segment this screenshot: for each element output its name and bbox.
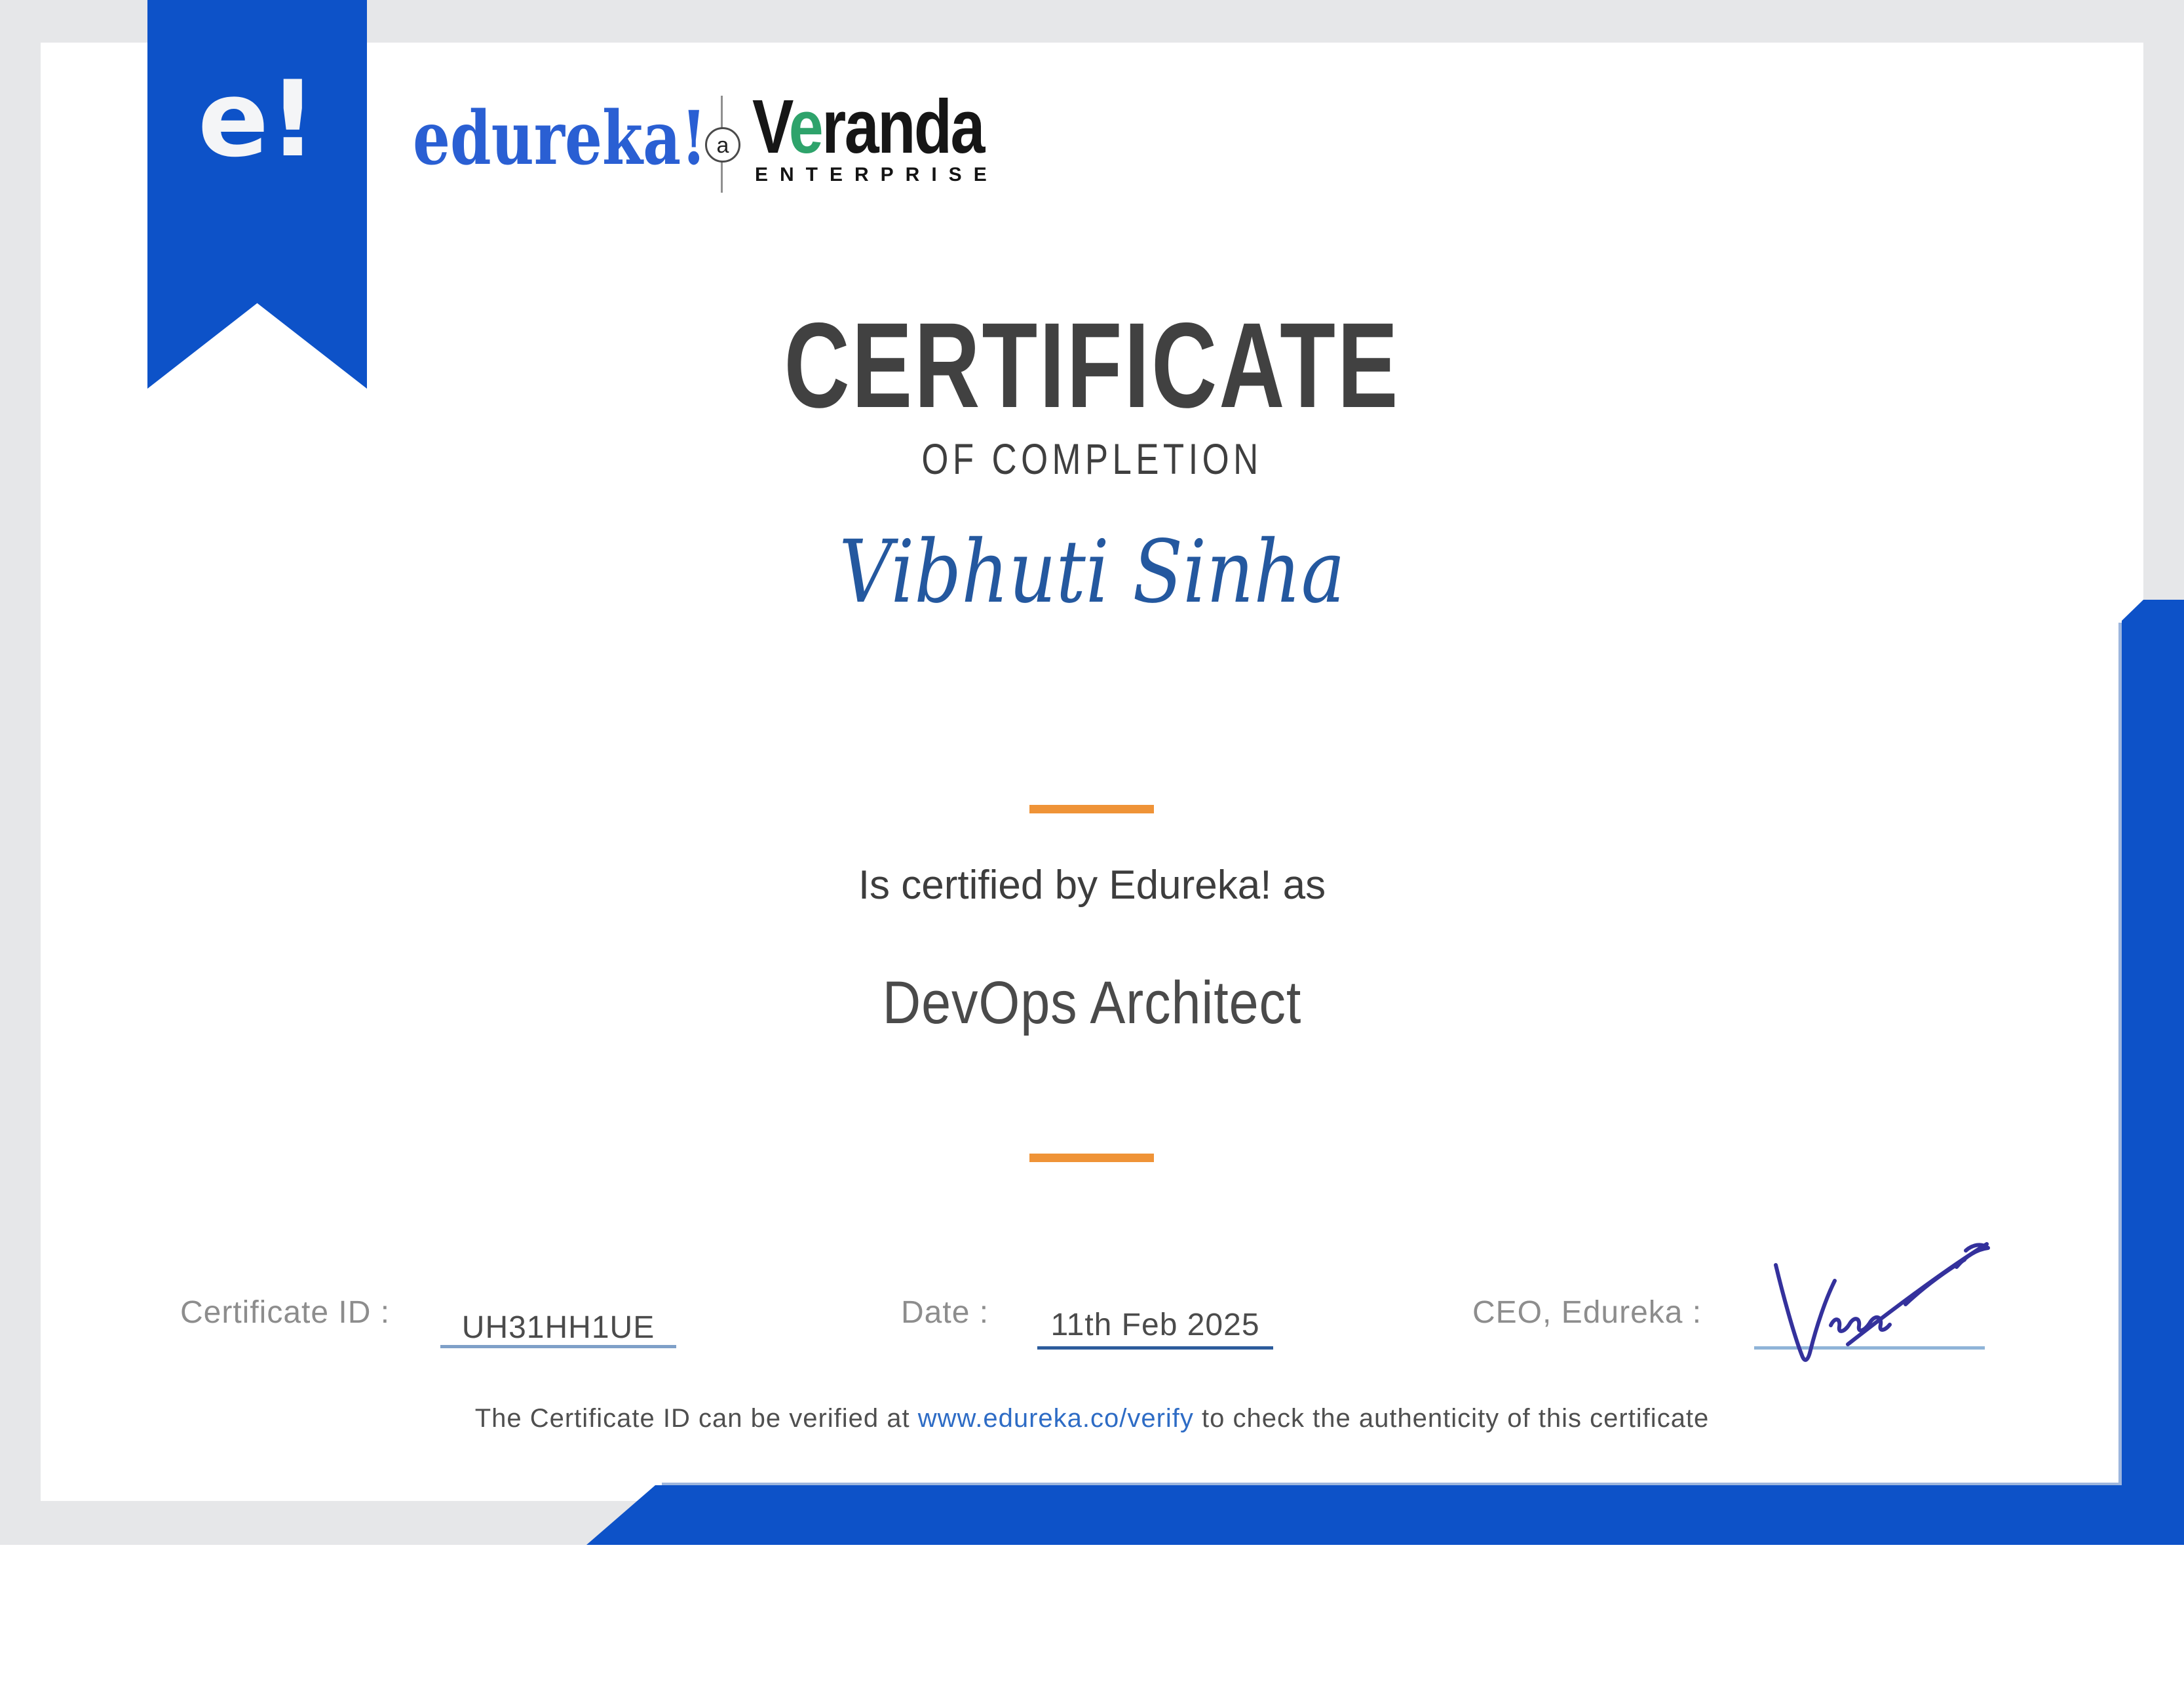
frame-border-left <box>0 0 41 1502</box>
designation-title: DevOps Architect <box>882 969 1302 1036</box>
verification-prefix: The Certificate ID can be verified at <box>474 1404 918 1433</box>
orange-divider-bottom <box>1029 1154 1154 1162</box>
veranda-rest: randa <box>822 84 985 169</box>
ceo-signature <box>1756 1237 2018 1372</box>
certificate-heading: CERTIFICATE <box>784 298 1400 433</box>
edureka-monogram-icon: e! <box>197 58 317 180</box>
certificate-id-label: Certificate ID : <box>180 1295 391 1330</box>
bottom-blue-band <box>586 1485 2184 1545</box>
recipient-name: Vibhuti Sinha <box>839 522 1345 623</box>
verification-line: The Certificate ID can be verified at ww… <box>0 1404 2184 1433</box>
edureka-logo: edureka! <box>413 96 707 182</box>
frame-border-right <box>2143 0 2184 600</box>
date-label: Date : <box>901 1295 989 1330</box>
right-blue-column <box>2122 600 2184 1545</box>
ceo-label: CEO, Edureka : <box>1472 1295 1702 1330</box>
verification-link[interactable]: www.edureka.co/verify <box>918 1404 1194 1433</box>
certificate-subheading: OF COMPLETION <box>921 435 1263 483</box>
certificate-page: e! edureka! a Veranda ENTERPRISE CERTIFI… <box>0 0 2184 1693</box>
certificate-id-underline <box>440 1345 676 1348</box>
date-value: 11th Feb 2025 <box>1050 1308 1260 1342</box>
ceo-signature-drawing <box>1774 1242 1990 1362</box>
veranda-logo: Veranda <box>752 83 985 170</box>
date-underline <box>1037 1346 1273 1350</box>
certified-by-line: Is certified by Edureka! as <box>858 863 1326 908</box>
certificate-id-value: UH31HH1UE <box>461 1310 655 1345</box>
veranda-enterprise-label: ENTERPRISE <box>755 164 999 185</box>
veranda-v: V <box>752 84 790 169</box>
logo-a-badge: a <box>705 127 740 163</box>
verification-suffix: to check the authenticity of this certif… <box>1193 1404 1710 1433</box>
orange-divider-top <box>1029 805 1154 813</box>
veranda-green-e-icon: e <box>788 84 824 169</box>
